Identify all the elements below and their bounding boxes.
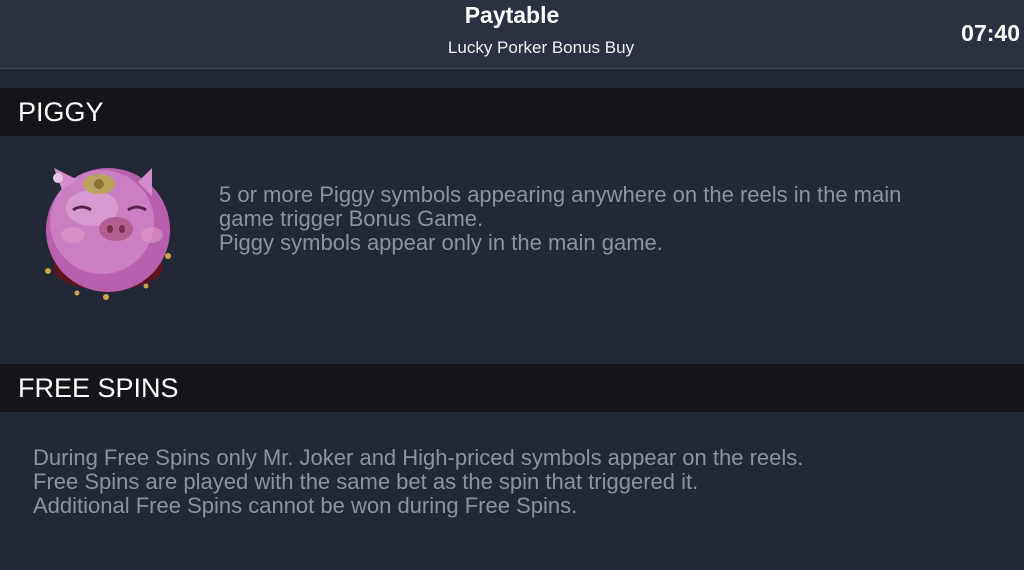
free-spins-description: During Free Spins only Mr. Joker and Hig… — [33, 446, 1013, 518]
description-line: Free Spins are played with the same bet … — [33, 469, 699, 494]
paytable-header: Paytable Lucky Porker Bonus Buy 07:40 — [0, 0, 1024, 69]
description-line: game trigger Bonus Game. — [219, 206, 484, 231]
game-name: Lucky Porker Bonus Buy — [447, 38, 635, 57]
description-line: Piggy symbols appear only in the main ga… — [219, 230, 663, 255]
description-line: Additional Free Spins cannot be won duri… — [33, 493, 578, 518]
section-header-free-spins: FREE SPINS — [0, 364, 1024, 412]
section-title-free-spins: FREE SPINS — [18, 373, 179, 403]
piggy-symbol-icon — [42, 160, 182, 310]
section-title-piggy: PIGGY — [18, 97, 104, 127]
description-line: During Free Spins only Mr. Joker and Hig… — [33, 445, 804, 470]
page-title: Paytable — [464, 2, 560, 28]
clock-time: 07:40 — [961, 20, 1020, 46]
section-header-piggy: PIGGY — [0, 88, 1024, 136]
piggy-description: 5 or more Piggy symbols appearing anywhe… — [219, 183, 1009, 255]
description-line: 5 or more Piggy symbols appearing anywhe… — [219, 182, 902, 207]
